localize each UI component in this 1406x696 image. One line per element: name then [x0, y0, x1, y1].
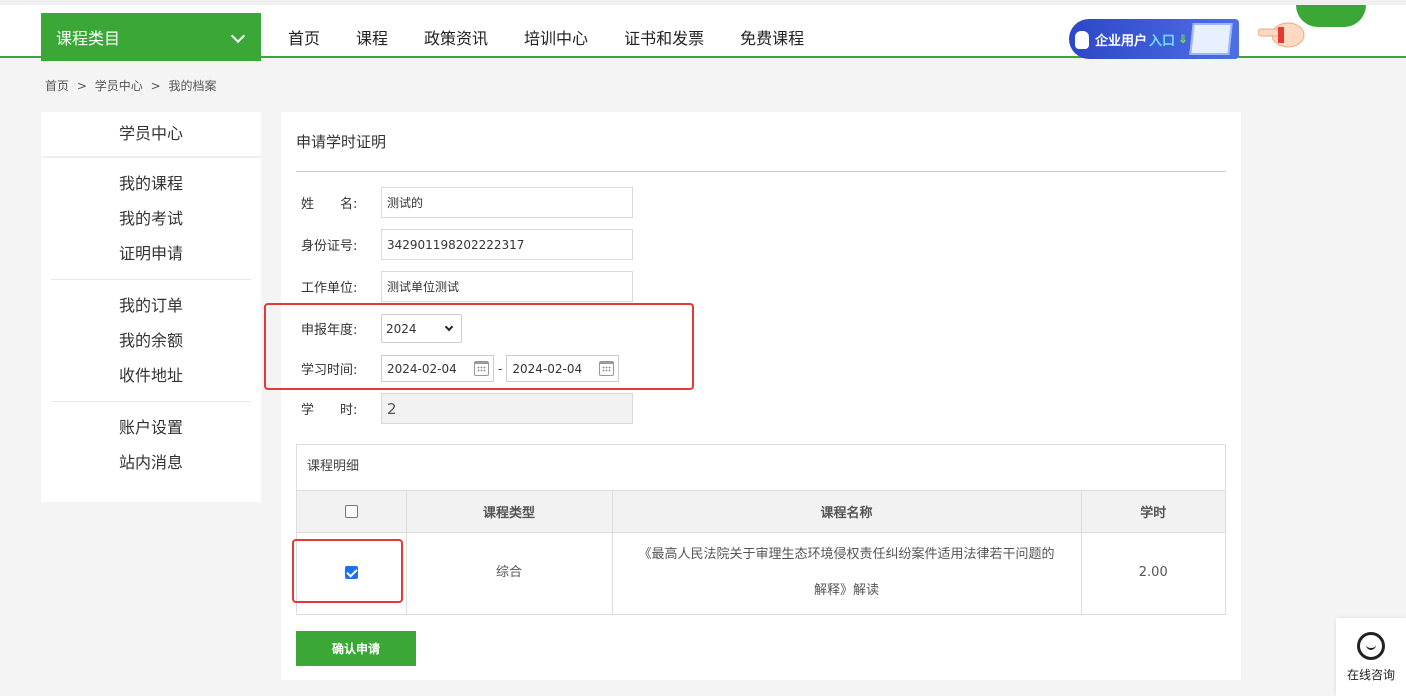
- course-type-cell: 综合: [406, 532, 613, 614]
- confirm-apply-button[interactable]: 确认申请: [296, 631, 416, 666]
- header-course-type: 课程类型: [406, 491, 613, 533]
- sidebar: 学员中心 我的课程 我的考试 证明申请 我的订单 我的余额 收件地址 账户设置 …: [41, 112, 261, 502]
- select-all-checkbox[interactable]: [344, 504, 358, 518]
- form-row-name: 姓 名:: [301, 187, 633, 218]
- top-header: 课程类目 首页 课程 政策资讯 培训中心 证书和发票 免费课程 企业用户 入口 ⇓: [0, 0, 1406, 61]
- sidebar-item-my-balance[interactable]: 我的余额: [51, 323, 251, 358]
- name-label: 姓 名:: [301, 197, 358, 212]
- hours-label: 学 时:: [301, 403, 358, 418]
- main-panel: 申请学时证明 姓 名: 身份证号: 工作单位: 申报年度: 2024 学习时间:…: [281, 112, 1241, 680]
- online-consult-button[interactable]: 在线咨询: [1336, 618, 1406, 696]
- sidebar-item-account-settings[interactable]: 账户设置: [51, 410, 251, 445]
- nav-training-center[interactable]: 培训中心: [524, 25, 588, 49]
- sidebar-title: 学员中心: [41, 112, 261, 158]
- sidebar-item-address[interactable]: 收件地址: [51, 358, 251, 393]
- course-table: 课程类型 课程名称 学时 综合 《最高人民法院关于审理生态环境侵权责任纠纷案件适…: [297, 491, 1225, 614]
- nav-free-courses[interactable]: 免费课程: [740, 25, 804, 49]
- sidebar-group: 我的订单 我的余额 收件地址: [51, 280, 251, 402]
- header-course-name: 课程名称: [612, 491, 1082, 533]
- category-menu-button[interactable]: 课程类目: [41, 13, 261, 61]
- sidebar-item-my-orders[interactable]: 我的订单: [51, 288, 251, 323]
- highlight-box-year-time: [264, 303, 694, 390]
- pointing-hand-icon: [1258, 22, 1305, 48]
- breadcrumb-sep: >: [150, 79, 161, 93]
- form-row-work: 工作单位:: [301, 271, 633, 302]
- enterprise-entry-button[interactable]: 企业用户 入口 ⇓: [1069, 19, 1239, 59]
- title-divider: [296, 171, 1226, 172]
- table-row: 综合 《最高人民法院关于审理生态环境侵权责任纠纷案件适用法律若干问题的 解释》解…: [297, 532, 1225, 614]
- table-header-row: 课程类型 课程名称 学时: [297, 491, 1225, 533]
- main-nav: 首页 课程 政策资讯 培训中心 证书和发票 免费课程: [288, 13, 840, 61]
- course-name-line: 《最高人民法院关于审理生态环境侵权责任纠纷案件适用法律若干问题的: [638, 547, 1055, 563]
- header-select-all: [297, 491, 407, 533]
- page-title: 申请学时证明: [296, 133, 387, 151]
- id-number-input[interactable]: [381, 229, 633, 260]
- breadcrumb-student-center[interactable]: 学员中心: [95, 79, 143, 93]
- consult-label: 在线咨询: [1346, 667, 1395, 682]
- breadcrumb: 首页 > 学员中心 > 我的档案: [45, 77, 220, 94]
- breadcrumb-my-profile: 我的档案: [168, 79, 217, 93]
- breadcrumb-home[interactable]: 首页: [45, 79, 69, 93]
- sidebar-item-certificate-apply[interactable]: 证明申请: [51, 236, 251, 271]
- nav-home[interactable]: 首页: [288, 25, 320, 49]
- chevron-down-icon: [230, 28, 246, 44]
- course-detail-box: 课程明细 课程类型 课程名称 学时 综合 《最高人民法院关于审理生态环境侵权责任…: [296, 444, 1226, 615]
- sidebar-item-my-courses[interactable]: 我的课程: [51, 166, 251, 201]
- hours-input: [381, 393, 633, 424]
- support-agent-icon: [1357, 631, 1385, 660]
- id-number-label: 身份证号:: [301, 239, 358, 254]
- course-name-cell: 《最高人民法院关于审理生态环境侵权责任纠纷案件适用法律若干问题的 解释》解读: [612, 532, 1082, 614]
- nav-courses[interactable]: 课程: [356, 25, 388, 49]
- enterprise-label: 企业用户: [1095, 33, 1148, 49]
- sidebar-item-my-exams[interactable]: 我的考试: [51, 201, 251, 236]
- form-row-id: 身份证号:: [301, 229, 633, 260]
- breadcrumb-sep: >: [76, 79, 87, 93]
- course-hours-cell: 2.00: [1138, 565, 1168, 581]
- name-input[interactable]: [381, 187, 633, 218]
- sidebar-item-messages[interactable]: 站内消息: [51, 445, 251, 480]
- hand-pointer-icon: [1075, 31, 1089, 49]
- form-row-hours: 学 时:: [301, 393, 633, 424]
- course-detail-title: 课程明细: [297, 445, 1225, 491]
- work-unit-input[interactable]: [381, 271, 633, 302]
- computer-screen-icon: [1189, 23, 1233, 55]
- enterprise-entry-label: 入口: [1149, 33, 1176, 49]
- arrow-down-icon: ⇓: [1178, 32, 1189, 46]
- highlight-box-checkbox: [292, 539, 403, 603]
- sidebar-group: 账户设置 站内消息: [51, 402, 251, 488]
- leaf-decoration-icon: [1296, 5, 1366, 27]
- work-unit-label: 工作单位:: [301, 281, 358, 296]
- header-hours: 学时: [1081, 491, 1225, 533]
- category-label: 课程类目: [56, 29, 121, 48]
- sidebar-group: 我的课程 我的考试 证明申请: [51, 158, 251, 280]
- nav-certificates-invoices[interactable]: 证书和发票: [624, 25, 704, 49]
- course-name-line: 解释》解读: [813, 583, 879, 599]
- nav-policy-news[interactable]: 政策资讯: [424, 25, 488, 49]
